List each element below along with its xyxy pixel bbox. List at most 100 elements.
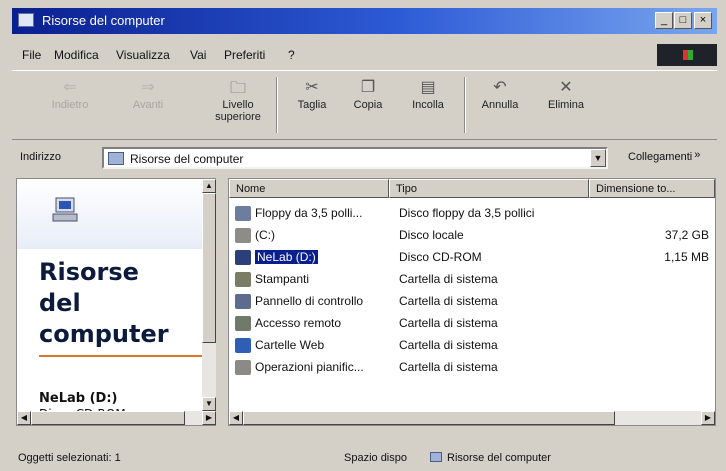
- item-type: Cartella di sistema: [399, 272, 498, 286]
- item-name: (C:): [255, 228, 275, 242]
- item-type: Disco floppy da 3,5 pollici: [399, 206, 535, 220]
- scroll-right-button[interactable]: ▶: [701, 411, 715, 425]
- menu-preferiti[interactable]: Preferiti: [224, 48, 265, 62]
- list-item[interactable]: Operazioni pianific... Cartella di sistem…: [229, 357, 715, 379]
- item-name: Operazioni pianific...: [255, 360, 364, 374]
- item-type: Cartella di sistema: [399, 360, 498, 374]
- windows-logo-icon: [657, 44, 717, 66]
- scroll-left-button[interactable]: ◀: [229, 411, 243, 425]
- scroll-right-button[interactable]: ▶: [202, 411, 216, 425]
- item-type: Disco locale: [399, 228, 464, 242]
- file-list: Nome Tipo Dimensione to... Floppy da 3,5…: [228, 178, 716, 426]
- scroll-up-button[interactable]: ▲: [202, 179, 216, 193]
- address-dropdown-button[interactable]: ▼: [590, 149, 606, 167]
- my-computer-icon: [18, 13, 34, 27]
- list-horizontal-scrollbar[interactable]: ◀ ▶: [229, 411, 715, 425]
- item-type: Cartella di sistema: [399, 338, 498, 352]
- column-header-size[interactable]: Dimensione to...: [589, 179, 715, 198]
- item-type: Cartella di sistema: [399, 316, 498, 330]
- list-item[interactable]: (C:) Disco locale 37,2 GB: [229, 225, 715, 247]
- back-button[interactable]: ⇐ Indietro: [38, 77, 102, 111]
- panel-horizontal-scrollbar[interactable]: ◀ ▶: [17, 411, 216, 425]
- status-free-space: Spazio dispo: [344, 452, 407, 464]
- links-toolbar[interactable]: Collegamenti»: [628, 149, 701, 163]
- item-name: Floppy da 3,5 polli...: [255, 206, 363, 220]
- printers-folder-icon: [235, 272, 251, 287]
- copy-label: Copia: [353, 99, 383, 111]
- status-location-label: Risorse del computer: [447, 452, 551, 464]
- scroll-thumb[interactable]: [243, 411, 615, 425]
- forward-button[interactable]: ⇒ Avanti: [116, 77, 180, 111]
- panel-divider: [39, 355, 215, 357]
- paste-button[interactable]: ▤ Incolla: [396, 77, 460, 111]
- info-panel: Risorse del computer NeLab (D:) Disco CD…: [16, 178, 216, 426]
- remote-access-icon: [235, 316, 251, 331]
- list-item[interactable]: Accesso remoto Cartella di sistema: [229, 313, 715, 335]
- address-bar: Indirizzo Risorse del computer ▼ Collega…: [12, 144, 717, 172]
- panel-vertical-scrollbar[interactable]: ▲ ▼: [202, 179, 216, 411]
- up-level-button[interactable]: 🗀 Livello superiore: [206, 77, 270, 123]
- scroll-left-button[interactable]: ◀: [17, 411, 31, 425]
- status-bar: Oggetti selezionati: 1 Spazio dispo Riso…: [12, 448, 717, 468]
- undo-icon: ↶: [493, 79, 507, 96]
- toolbar: ⇐ Indietro ⇒ Avanti 🗀 Livello superiore …: [12, 70, 717, 140]
- hard-disk-icon: [235, 228, 251, 243]
- toolbar-separator: [464, 77, 466, 133]
- forward-arrow-icon: ⇒: [141, 79, 155, 96]
- scroll-thumb[interactable]: [202, 193, 216, 343]
- links-chevron: »: [694, 149, 701, 161]
- close-button[interactable]: ×: [694, 12, 712, 29]
- address-label: Indirizzo: [20, 151, 61, 163]
- item-name: Pannello di controllo: [255, 294, 364, 308]
- panel-title: Risorse del computer: [39, 257, 215, 350]
- cd-rom-icon: [235, 250, 251, 265]
- address-value: Risorse del computer: [130, 152, 244, 166]
- list-item[interactable]: Pannello di controllo Cartella di sistema: [229, 291, 715, 313]
- menu-modifica[interactable]: Modifica: [54, 48, 99, 62]
- scroll-thumb[interactable]: [31, 411, 185, 425]
- maximize-button[interactable]: □: [674, 12, 692, 29]
- delete-x-icon: ✕: [559, 79, 573, 96]
- title-bar[interactable]: Risorse del computer _ □ ×: [12, 8, 717, 34]
- address-input[interactable]: Risorse del computer ▼: [102, 147, 608, 169]
- undo-label: Annulla: [481, 99, 519, 111]
- item-type: Cartella di sistema: [399, 294, 498, 308]
- my-computer-large-icon: [52, 197, 78, 222]
- status-selected-count: Oggetti selezionati: 1: [18, 452, 121, 464]
- minimize-button[interactable]: _: [655, 12, 673, 29]
- control-panel-icon: [235, 294, 251, 309]
- up-folder-icon: 🗀: [229, 80, 246, 97]
- scissors-icon: ✂: [305, 79, 319, 96]
- window-title: Risorse del computer: [42, 13, 165, 28]
- undo-button[interactable]: ↶ Annulla: [468, 77, 532, 111]
- floppy-icon: [235, 206, 251, 221]
- column-header-type[interactable]: Tipo: [389, 179, 589, 198]
- up-label-line1: Livello: [222, 99, 254, 111]
- list-item[interactable]: Cartelle Web Cartella di sistema: [229, 335, 715, 357]
- item-name: NeLab (D:): [255, 250, 318, 264]
- panel-banner: [17, 179, 215, 249]
- status-location: Risorse del computer: [430, 452, 551, 464]
- cut-label: Taglia: [297, 99, 327, 111]
- list-item[interactable]: NeLab (D:) Disco CD-ROM 1,15 MB: [229, 247, 715, 269]
- links-label: Collegamenti: [628, 151, 693, 163]
- menu-vai[interactable]: Vai: [190, 48, 206, 62]
- list-item[interactable]: Stampanti Cartella di sistema: [229, 269, 715, 291]
- menu-file[interactable]: File: [22, 48, 41, 62]
- column-header-name[interactable]: Nome: [229, 179, 389, 198]
- scroll-down-button[interactable]: ▼: [202, 397, 216, 411]
- panel-title-line1: Risorse: [39, 258, 139, 286]
- forward-label: Avanti: [132, 99, 164, 111]
- copy-button[interactable]: ❐ Copia: [336, 77, 400, 111]
- cut-button[interactable]: ✂ Taglia: [280, 77, 344, 111]
- panel-title-line3: computer: [39, 320, 169, 348]
- menu-visualizza[interactable]: Visualizza: [116, 48, 170, 62]
- up-label-line2: superiore: [215, 111, 261, 123]
- my-computer-icon: [108, 152, 124, 165]
- delete-button[interactable]: ✕ Elimina: [534, 77, 598, 111]
- toolbar-separator: [276, 77, 278, 133]
- list-item[interactable]: Floppy da 3,5 polli... Disco floppy da 3,…: [229, 203, 715, 225]
- menu-help[interactable]: ?: [288, 48, 295, 62]
- paste-icon: ▤: [420, 79, 436, 96]
- item-name: Accesso remoto: [255, 316, 342, 330]
